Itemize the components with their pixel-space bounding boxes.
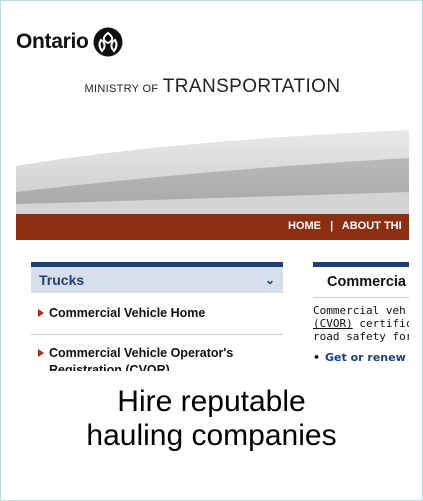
caption-line: Hire reputable: [117, 385, 306, 418]
sidebar-item-cvor[interactable]: Commercial Vehicle Operator's Registrati…: [31, 335, 283, 371]
content-line-text: certifica: [359, 317, 409, 330]
header-swoosh-graphic: [16, 126, 409, 216]
ontario-trillium-icon: [93, 27, 123, 57]
nav-separator: |: [330, 220, 334, 232]
content-line: (CVOR) certifica: [313, 317, 409, 330]
slide-frame: Ontario MINISTRY OF TRANSPORTATION HOME …: [0, 0, 423, 501]
nav-home-link[interactable]: HOME: [288, 220, 321, 232]
cvor-link[interactable]: (CVOR): [313, 317, 353, 330]
caption-line: hauling companies: [86, 419, 337, 452]
arrow-right-icon: [38, 349, 44, 357]
sidebar-title: Trucks: [39, 272, 85, 288]
sidebar-menu: Trucks ⌄ Commercial Vehicle Home Commerc…: [31, 262, 283, 371]
ministry-big: TRANSPORTATION: [162, 76, 341, 97]
list-item[interactable]: • Get or renew: [313, 351, 409, 364]
logo-text: Ontario: [16, 30, 89, 53]
get-renew-link[interactable]: Get or renew: [325, 351, 406, 364]
bullet-icon: •: [313, 351, 321, 364]
content-title: Commercia: [313, 267, 409, 298]
sidebar-header[interactable]: Trucks ⌄: [31, 267, 283, 293]
ministry-title: MINISTRY OF TRANSPORTATION: [16, 76, 409, 98]
content-body: Commercial veh (CVOR) certifica road saf…: [313, 298, 409, 343]
website-screenshot: Ontario MINISTRY OF TRANSPORTATION HOME …: [16, 16, 409, 371]
nav-links: HOME | ABOUT THI: [288, 220, 402, 232]
main-content: Commercia Commercial veh (CVOR) certific…: [313, 262, 409, 371]
sidebar-item-commercial-vehicle-home[interactable]: Commercial Vehicle Home: [31, 293, 283, 335]
chevron-down-icon[interactable]: ⌄: [265, 273, 275, 287]
ministry-small: MINISTRY OF: [84, 83, 159, 95]
slide-caption: Hire reputable hauling companies: [1, 385, 422, 453]
top-nav-bar: HOME | ABOUT THI: [16, 214, 409, 240]
arrow-right-icon: [38, 309, 44, 317]
content-line: Commercial veh: [313, 304, 406, 317]
sidebar-item-label: Commercial Vehicle Operator's Registrati…: [49, 346, 234, 371]
sidebar-item-label: Commercial Vehicle Home: [49, 306, 206, 320]
nav-about-link[interactable]: ABOUT THI: [342, 220, 402, 232]
ontario-logo[interactable]: Ontario: [16, 24, 123, 60]
content-line: road safety for a: [313, 330, 409, 343]
